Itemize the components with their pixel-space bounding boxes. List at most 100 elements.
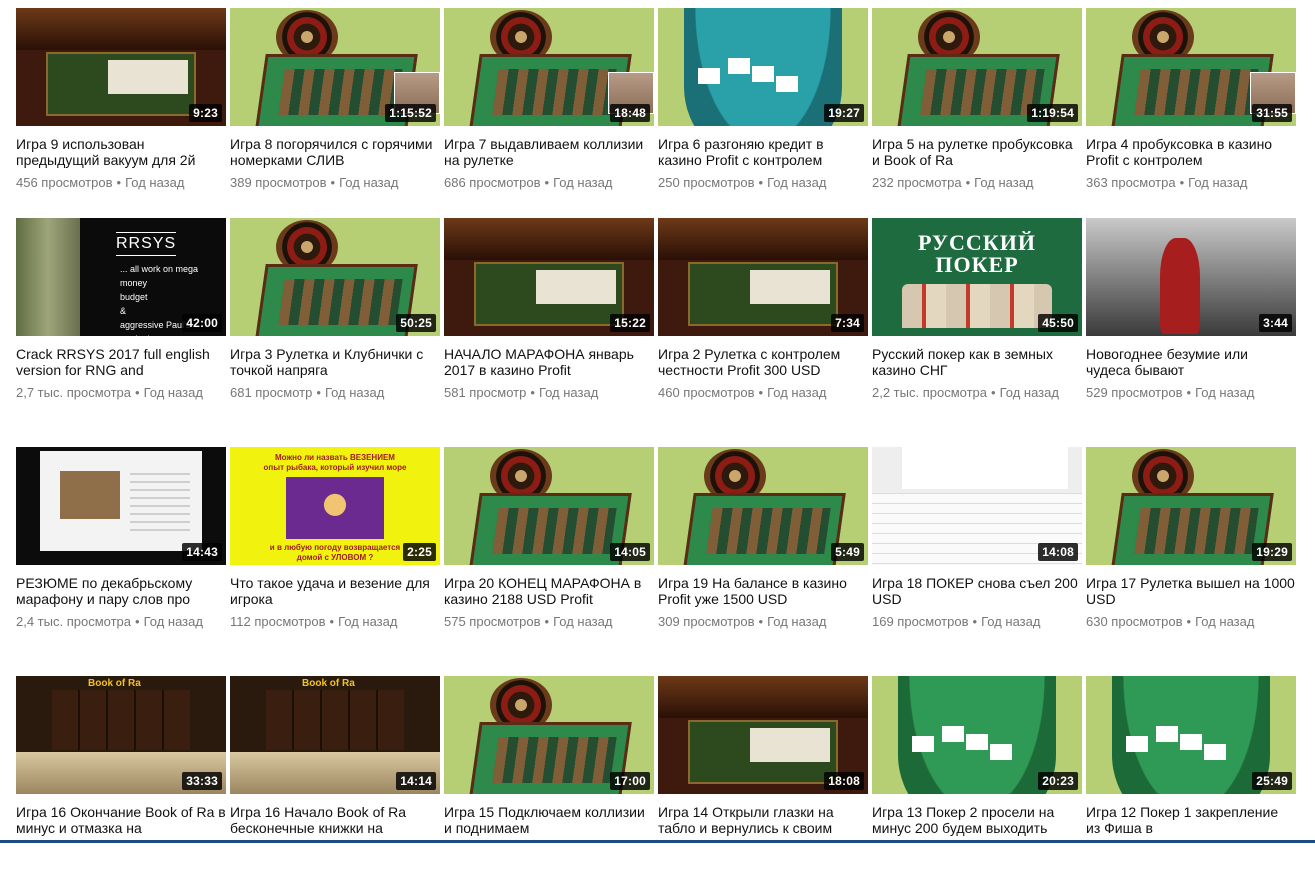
video-title[interactable]: Игра 13 Покер 2 просели на минус 200 буд…: [872, 804, 1082, 836]
site-panel: [688, 262, 838, 326]
video-thumbnail[interactable]: 1:15:52: [230, 8, 440, 126]
video-card[interactable]: 5:49 Игра 19 На балансе в казино Profit у…: [658, 447, 868, 676]
video-card[interactable]: 50:25 Игра 3 Рулетка и Клубнички с точкой…: [230, 218, 440, 447]
video-title[interactable]: Игра 7 выдавливаем коллизии на рулетке: [444, 136, 654, 168]
video-card[interactable]: РУССКИЙ ПОКЕР 45:50 Русский покер как в зем…: [872, 218, 1082, 447]
video-thumbnail[interactable]: 9:23: [16, 8, 226, 126]
duration-badge: 18:48: [610, 104, 650, 122]
video-card[interactable]: 18:08 Игра 14 Открыли глазки на табло и в…: [658, 676, 868, 876]
video-card[interactable]: Можно ли назвать ВЕЗЕНИЕМ опыт рыбака, ко…: [230, 447, 440, 676]
video-title[interactable]: Игра 17 Рулетка вышел на 1000 USD: [1086, 575, 1296, 607]
video-thumbnail[interactable]: 14:08: [872, 447, 1082, 565]
video-meta: 250 просмотров • Год назад: [658, 174, 868, 192]
duration-badge: 14:05: [610, 543, 650, 561]
video-card[interactable]: 19:29 Игра 17 Рулетка вышел на 1000 USD 63…: [1086, 447, 1296, 676]
view-count: 363 просмотра: [1086, 175, 1176, 190]
duration-badge: 9:23: [189, 104, 222, 122]
video-thumbnail[interactable]: 5:49: [658, 447, 868, 565]
thumb-question-line: опыт рыбака, который изучил море: [263, 463, 407, 472]
video-thumbnail[interactable]: РУССКИЙ ПОКЕР 45:50: [872, 218, 1082, 336]
video-thumbnail[interactable]: 7:34: [658, 218, 868, 336]
video-thumbnail[interactable]: Book of Ra 33:33: [16, 676, 226, 794]
video-thumbnail[interactable]: 25:49: [1086, 676, 1296, 794]
site-header: [658, 218, 868, 260]
video-title[interactable]: Игра 9 использован предыдущий вакуум для…: [16, 136, 226, 168]
view-count: 232 просмотра: [872, 175, 962, 190]
meta-separator: •: [1179, 175, 1185, 190]
video-title[interactable]: Игра 16 Начало Book of Ra бесконечные кн…: [230, 804, 440, 836]
video-thumbnail[interactable]: 18:08: [658, 676, 868, 794]
video-title[interactable]: Игра 4 пробуксовка в казино Profit с кон…: [1086, 136, 1296, 168]
video-title[interactable]: Игра 3 Рулетка и Клубнички с точкой напр…: [230, 346, 440, 378]
video-thumbnail[interactable]: 18:48: [444, 8, 654, 126]
video-title[interactable]: Игра 5 на рулетке пробуксовка и Book of …: [872, 136, 1082, 168]
video-card[interactable]: 17:00 Игра 15 Подключаем коллизии и подни…: [444, 676, 654, 876]
video-thumbnail[interactable]: Book of Ra 14:14: [230, 676, 440, 794]
video-thumbnail[interactable]: 20:23: [872, 676, 1082, 794]
video-card[interactable]: 25:49 Игра 12 Покер 1 закрепление из Фиша…: [1086, 676, 1296, 876]
duration-badge: 7:34: [831, 314, 864, 332]
video-meta: 686 просмотров • Год назад: [444, 174, 654, 192]
video-card[interactable]: 1:15:52 Игра 8 погорячился с горячими ном…: [230, 8, 440, 218]
meta-separator: •: [135, 614, 140, 629]
video-meta: 529 просмотров • Год назад: [1086, 384, 1296, 402]
video-title[interactable]: НАЧАЛО МАРАФОНА январь 2017 в казино Pro…: [444, 346, 654, 378]
video-card[interactable]: 20:23 Игра 13 Покер 2 просели на минус 20…: [872, 676, 1082, 876]
video-thumbnail[interactable]: 31:55: [1086, 8, 1296, 126]
video-title[interactable]: Игра 16 Окончание Book of Ra в минус и о…: [16, 804, 226, 836]
view-count: 575 просмотров: [444, 614, 541, 629]
video-card[interactable]: 18:48 Игра 7 выдавливаем коллизии на руле…: [444, 8, 654, 218]
video-card[interactable]: 15:22 НАЧАЛО МАРАФОНА январь 2017 в казин…: [444, 218, 654, 447]
video-title[interactable]: Игра 20 КОНЕЦ МАРАФОНА в казино 2188 USD…: [444, 575, 654, 607]
video-meta: 389 просмотров • Год назад: [230, 174, 440, 192]
video-title[interactable]: Русский покер как в земных казино СНГ: [872, 346, 1082, 378]
video-card[interactable]: 14:05 Игра 20 КОНЕЦ МАРАФОНА в казино 218…: [444, 447, 654, 676]
video-thumbnail[interactable]: 50:25: [230, 218, 440, 336]
santa-figure: [1160, 238, 1200, 334]
video-card[interactable]: 3:44 Новогоднее безумие или чудеса бывают…: [1086, 218, 1296, 447]
video-title[interactable]: Crack RRSYS 2017 full english version fo…: [16, 346, 226, 378]
video-thumbnail[interactable]: 15:22: [444, 218, 654, 336]
video-card[interactable]: 7:34 Игра 2 Рулетка с контролем честности…: [658, 218, 868, 447]
thumb-heading: RRSYS: [116, 232, 177, 256]
video-thumbnail[interactable]: 19:27: [658, 8, 868, 126]
upload-age: Год назад: [324, 385, 385, 400]
video-title[interactable]: Игра 15 Подключаем коллизии и поднимаем: [444, 804, 654, 836]
video-thumbnail[interactable]: 14:05: [444, 447, 654, 565]
video-card[interactable]: 31:55 Игра 4 пробуксовка в казино Profit …: [1086, 8, 1296, 218]
video-thumbnail[interactable]: 17:00: [444, 676, 654, 794]
duration-badge: 20:23: [1038, 772, 1078, 790]
video-title[interactable]: Игра 12 Покер 1 закрепление из Фиша в: [1086, 804, 1296, 836]
video-title[interactable]: РЕЗЮМЕ по декабрьскому марафону и пару с…: [16, 575, 226, 607]
view-count: 112 просмотров: [230, 614, 326, 629]
video-card[interactable]: 14:08 Игра 18 ПОКЕР снова съел 200 USD 169…: [872, 447, 1082, 676]
video-title[interactable]: Игра 14 Открыли глазки на табло и вернул…: [658, 804, 868, 836]
video-thumbnail[interactable]: Можно ли назвать ВЕЗЕНИЕМ опыт рыбака, ко…: [230, 447, 440, 565]
upload-age: Год назад: [767, 385, 827, 400]
view-count: 529 просмотров: [1086, 385, 1183, 400]
video-thumbnail[interactable]: RRSYS... all work on mega money budget & ag…: [16, 218, 226, 336]
video-card[interactable]: 9:23 Игра 9 использован предыдущий вакуум…: [16, 8, 226, 218]
video-thumbnail[interactable]: 19:29: [1086, 447, 1296, 565]
video-title[interactable]: Игра 19 На балансе в казино Profit уже 1…: [658, 575, 868, 607]
meta-separator: •: [329, 614, 335, 629]
meta-separator: •: [758, 385, 764, 400]
video-title[interactable]: Игра 2 Рулетка с контролем честности Pro…: [658, 346, 868, 378]
video-card[interactable]: Book of Ra 33:33 Игра 16 Окончание Book of…: [16, 676, 226, 876]
video-card[interactable]: 14:43 РЕЗЮМЕ по декабрьскому марафону и п…: [16, 447, 226, 676]
video-title[interactable]: Что такое удача и везение для игрока: [230, 575, 440, 607]
video-card[interactable]: RRSYS... all work on mega money budget & ag…: [16, 218, 226, 447]
video-title[interactable]: Игра 18 ПОКЕР снова съел 200 USD: [872, 575, 1082, 607]
video-title[interactable]: Игра 8 погорячился с горячими номерками …: [230, 136, 440, 168]
video-thumbnail[interactable]: 14:43: [16, 447, 226, 565]
video-title[interactable]: Новогоднее безумие или чудеса бывают: [1086, 346, 1296, 378]
book-of-ra-logo: Book of Ra: [88, 678, 141, 689]
video-card[interactable]: 19:27 Игра 6 разгоняю кредит в казино Pro…: [658, 8, 868, 218]
video-thumbnail[interactable]: 1:19:54: [872, 8, 1082, 126]
site-header: [16, 8, 226, 50]
video-card[interactable]: 1:19:54 Игра 5 на рулетке пробуксовка и B…: [872, 8, 1082, 218]
video-card[interactable]: Book of Ra 14:14 Игра 16 Начало Book of Ra…: [230, 676, 440, 876]
video-title[interactable]: Игра 6 разгоняю кредит в казино Profit с…: [658, 136, 868, 168]
upload-age: Год назад: [1195, 614, 1255, 629]
video-thumbnail[interactable]: 3:44: [1086, 218, 1296, 336]
